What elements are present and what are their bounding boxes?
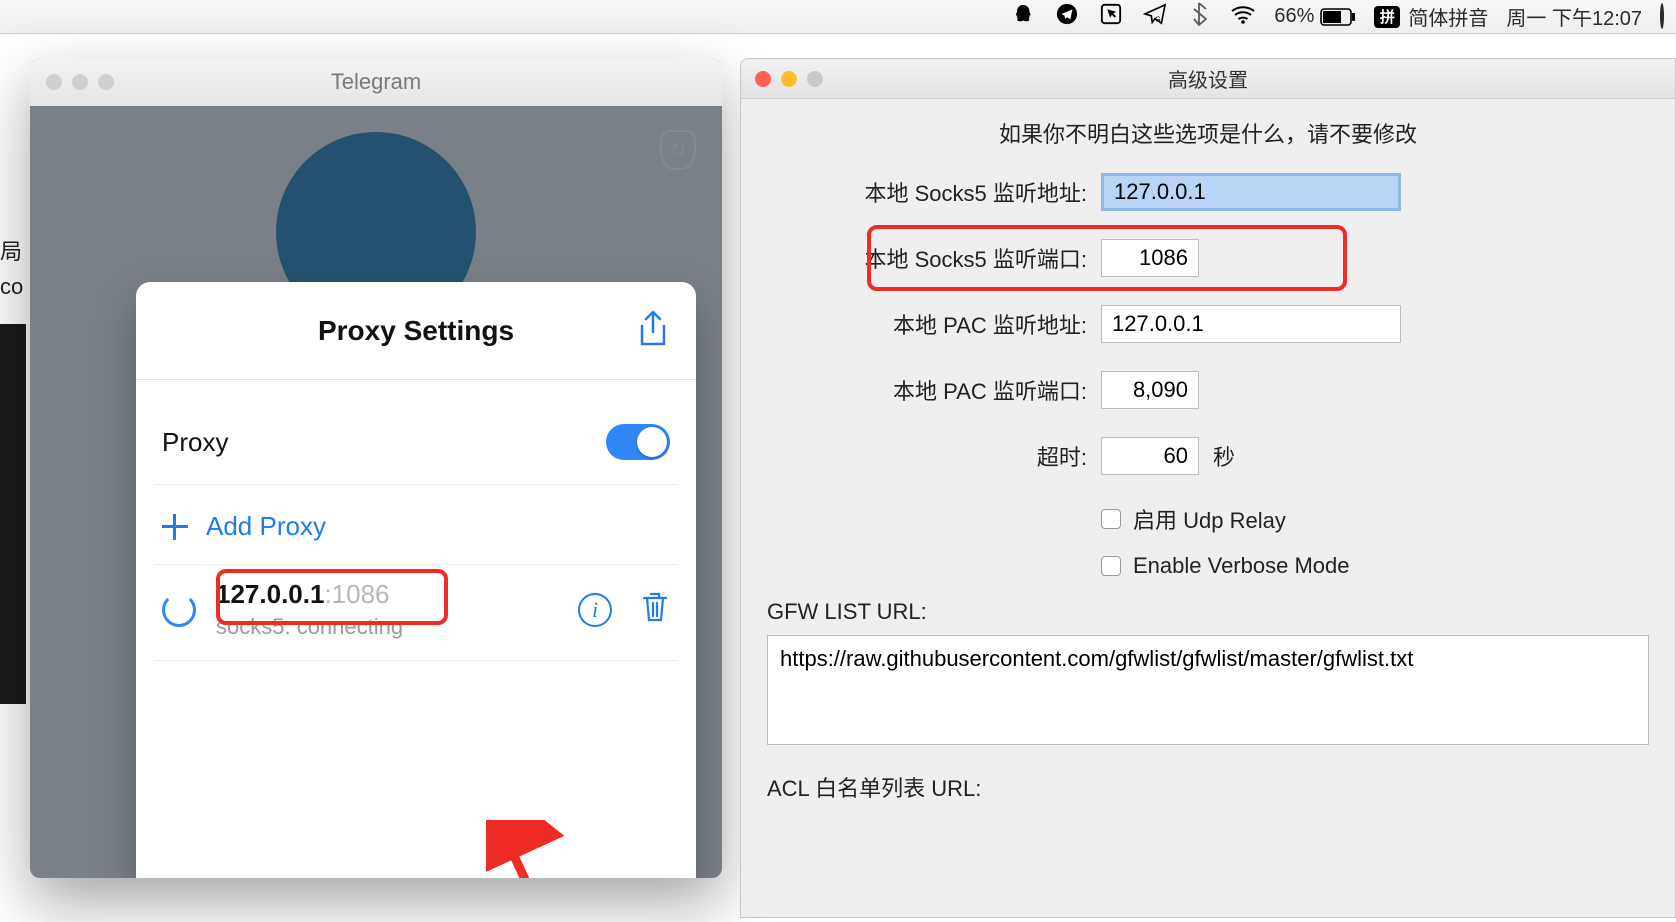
bg-text-1: 局: [0, 230, 30, 270]
info-icon[interactable]: i: [578, 593, 612, 627]
wifi-icon[interactable]: [1230, 4, 1256, 30]
verbose-row[interactable]: Enable Verbose Mode: [1101, 553, 1649, 579]
bg-text-2: co: [0, 270, 30, 304]
acl-label: ACL 白名单列表 URL:: [767, 771, 1649, 803]
input-method[interactable]: 拼 简体拼音: [1374, 2, 1488, 31]
annotation-red-arrow: [486, 820, 596, 878]
proxy-settings-card: Proxy Settings Proxy Add Proxy: [136, 282, 696, 878]
verbose-label: Enable Verbose Mode: [1133, 553, 1350, 579]
socks5-port-row: 本地 Socks5 监听端口:: [767, 239, 1649, 277]
telegram-body: ↻ Proxy Settings Proxy Add Proxy: [30, 106, 722, 878]
udp-relay-label: 启用 Udp Relay: [1133, 503, 1286, 535]
adv-titlebar[interactable]: 高级设置: [741, 59, 1675, 99]
socks5-addr-input[interactable]: [1101, 173, 1401, 211]
pac-addr-label: 本地 PAC 监听地址:: [767, 308, 1087, 340]
socks5-port-label: 本地 Socks5 监听端口:: [767, 242, 1087, 274]
shield-icon[interactable]: ↻: [660, 130, 696, 170]
pac-port-row: 本地 PAC 监听端口:: [767, 371, 1649, 409]
verbose-checkbox[interactable]: [1101, 556, 1121, 576]
timeout-input[interactable]: [1101, 437, 1199, 475]
cursor-box-icon[interactable]: [1098, 3, 1124, 31]
telegram-titlebar[interactable]: Telegram: [30, 58, 722, 106]
proxy-header: Proxy Settings: [136, 282, 696, 380]
pac-addr-input[interactable]: [1101, 305, 1401, 343]
proxy-entry-row[interactable]: 127.0.0.1:1086 socks5: connecting i: [154, 565, 678, 661]
svg-text:G: G: [1155, 14, 1161, 23]
proxy-status: socks5: connecting: [216, 614, 578, 640]
telegram-title: Telegram: [30, 69, 722, 95]
send-icon[interactable]: G: [1142, 3, 1168, 31]
qq-icon[interactable]: [1010, 3, 1036, 31]
socks5-addr-label: 本地 Socks5 监听地址:: [767, 176, 1087, 208]
proxy-toggle-row: Proxy: [154, 408, 678, 485]
timeout-label: 超时:: [767, 440, 1087, 472]
datetime-text[interactable]: 周一 下午12:07: [1506, 2, 1642, 31]
timeout-unit: 秒: [1213, 440, 1235, 472]
telegram-menubar-icon[interactable]: [1054, 3, 1080, 31]
advanced-settings-window: 高级设置 如果你不明白这些选项是什么，请不要修改 本地 Socks5 监听地址:…: [740, 58, 1676, 918]
proxy-label: Proxy: [162, 427, 228, 458]
bg-dark-block: [0, 324, 26, 704]
proxy-entry-text: 127.0.0.1:1086 socks5: connecting: [216, 579, 578, 640]
battery-percent-text: 66%: [1274, 5, 1314, 28]
plus-icon: [162, 514, 188, 540]
proxy-port: :1086: [324, 579, 389, 609]
pac-port-input[interactable]: [1101, 371, 1199, 409]
trash-icon[interactable]: [640, 590, 670, 629]
gfw-url-textarea[interactable]: [767, 635, 1649, 745]
macos-menubar: G 66% 拼 简体拼音 周一 下午12:07: [0, 0, 1676, 34]
proxy-ip: 127.0.0.1: [216, 579, 324, 609]
proxy-title: Proxy Settings: [318, 315, 514, 347]
pac-port-label: 本地 PAC 监听端口:: [767, 374, 1087, 406]
adv-title: 高级设置: [741, 64, 1675, 93]
udp-relay-checkbox[interactable]: [1101, 509, 1121, 529]
udp-relay-row[interactable]: 启用 Udp Relay: [1101, 503, 1649, 535]
pac-addr-row: 本地 PAC 监听地址:: [767, 305, 1649, 343]
adv-warning-text: 如果你不明白这些选项是什么，请不要修改: [767, 117, 1649, 149]
share-icon[interactable]: [636, 310, 670, 355]
battery-status[interactable]: 66%: [1274, 5, 1356, 28]
telegram-window: Telegram ↻ Proxy Settings Proxy Add Prox…: [30, 58, 722, 878]
gfw-label: GFW LIST URL:: [767, 599, 1649, 625]
add-proxy-label: Add Proxy: [206, 511, 326, 542]
add-proxy-row[interactable]: Add Proxy: [154, 485, 678, 565]
proxy-switch[interactable]: [606, 424, 670, 460]
background-window-strip: 局 co: [0, 230, 30, 704]
ime-name-text: 简体拼音: [1408, 2, 1488, 31]
connecting-spinner-icon: [162, 593, 196, 627]
spotlight-icon[interactable]: [1660, 5, 1664, 28]
socks5-port-input[interactable]: [1101, 239, 1199, 277]
timeout-row: 超时: 秒: [767, 437, 1649, 475]
bluetooth-icon[interactable]: [1186, 2, 1212, 32]
pinyin-badge-icon: 拼: [1374, 6, 1400, 28]
socks5-addr-row: 本地 Socks5 监听地址:: [767, 173, 1649, 211]
